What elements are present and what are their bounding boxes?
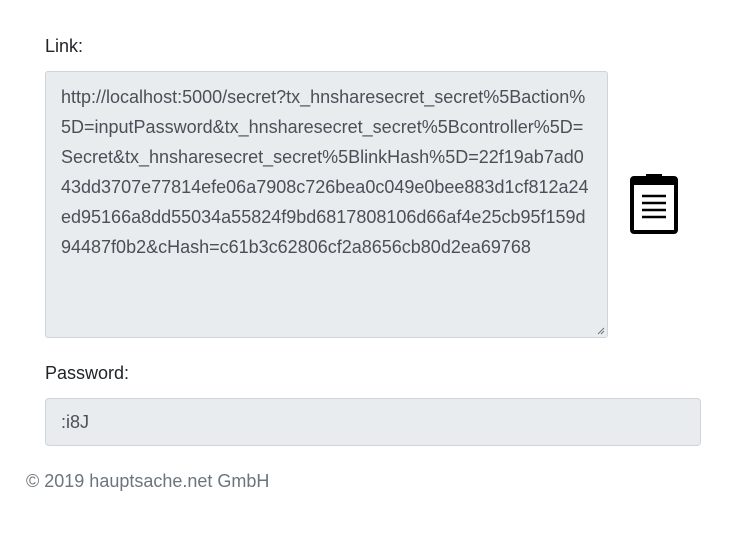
password-label: Password: [45,363,130,383]
copy-to-clipboard-button[interactable] [630,174,678,234]
link-text: http://localhost:5000/secret?tx_hnshares… [61,87,589,257]
link-label: Link: [45,36,84,56]
clipboard-icon [630,174,678,234]
footer-copyright: © 2019 hauptsache.net GmbH [26,471,270,491]
share-secret-page: Link: http://localhost:5000/secret?tx_hn… [0,0,753,552]
password-text: :i8J [61,412,90,432]
link-textarea[interactable]: http://localhost:5000/secret?tx_hnshares… [45,71,608,338]
resize-grip-icon[interactable] [597,327,605,335]
password-field[interactable]: :i8J [45,398,701,446]
